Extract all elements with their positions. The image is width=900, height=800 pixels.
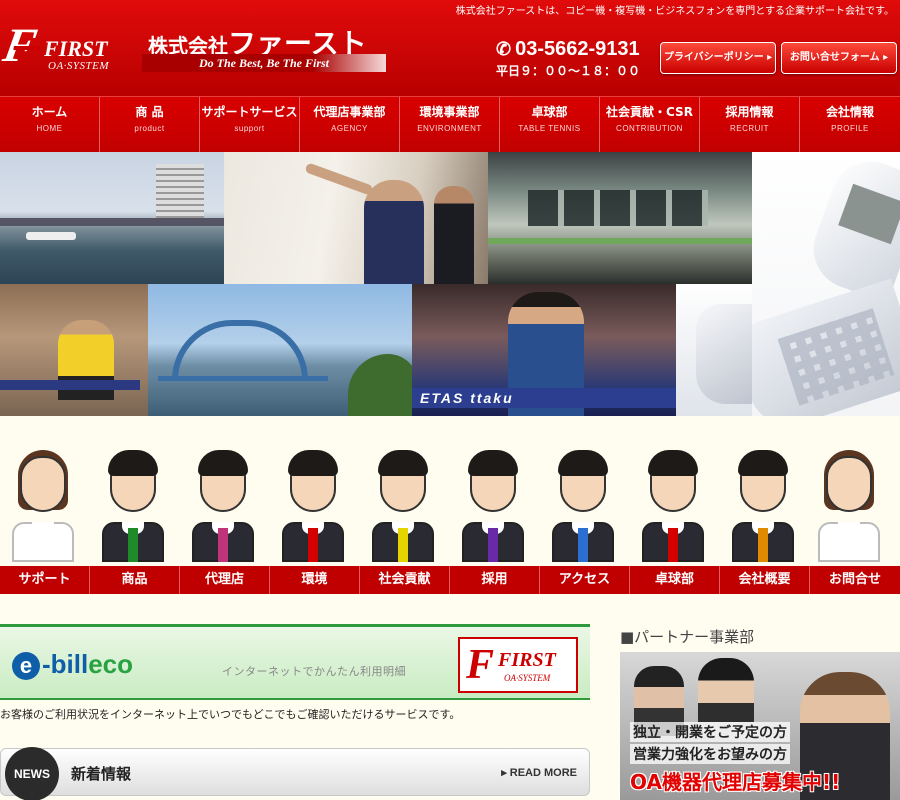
table-tennis-practice-photo <box>0 284 148 416</box>
nav-table-tennis[interactable]: 卓球部 TABLE TENNIS <box>500 97 600 152</box>
nav-sublabel: product <box>134 124 165 133</box>
nav-label: ホーム <box>31 105 68 119</box>
table-tennis-serve-photo <box>224 152 488 284</box>
phone-icon: ✆ <box>496 39 512 59</box>
nav-sublabel: PROFILE <box>831 124 869 133</box>
partner-line-independent: 独立・開業をご予定の方 <box>630 722 790 742</box>
staff-caricature[interactable] <box>818 446 880 566</box>
staff-nav-product[interactable]: 商品 <box>90 566 180 594</box>
ebill-e-icon: e <box>12 652 40 680</box>
ebill-description: お客様のご利用状況をインターネット上でいつでもどこでもご確認いただけるサービスで… <box>0 708 461 721</box>
staff-nav-agency[interactable]: 代理店 <box>180 566 270 594</box>
nav-sublabel: support <box>234 124 265 133</box>
ebill-first-logo: F FIRST OA·SYSTEM <box>458 637 578 693</box>
first-mark-icon: F <box>466 642 495 688</box>
news-title: 新着情報 <box>71 765 132 783</box>
river-city-photo <box>0 152 224 284</box>
nav-label: 商 品 <box>135 105 164 119</box>
logo-mark-icon: F <box>0 19 51 72</box>
nav-profile[interactable]: 会社情報 PROFILE <box>800 97 900 152</box>
ebill-logo-bill: -bill <box>42 649 89 679</box>
staff-caricature[interactable] <box>102 446 164 566</box>
site-header: 株式会社ファーストは、コピー機・複写機・ビジネスフォンを専門とする企業サポート会… <box>0 0 900 96</box>
staff-caricature[interactable] <box>192 446 254 566</box>
staff-nav-contribution[interactable]: 社会貢献 <box>360 566 450 594</box>
nav-sublabel: AGENCY <box>331 124 368 133</box>
staff-caricature[interactable] <box>282 446 344 566</box>
partner-recruit-banner[interactable]: 独立・開業をご予定の方 営業力強化をお望みの方 OA機器代理店募集中!! <box>620 652 900 800</box>
logo-oa-text: OA·SYSTEM <box>48 60 110 72</box>
arena-ad-board: ETAS ttaku <box>412 388 676 408</box>
nav-sublabel: RECRUIT <box>729 124 770 133</box>
nav-sublabel: TABLE TENNIS <box>518 124 581 133</box>
nav-contribution[interactable]: 社会貢献・CSR CONTRIBUTION <box>600 97 700 152</box>
phone-number[interactable]: ✆ 03-5662-9131 <box>496 38 640 61</box>
main-nav: ホーム HOME 商 品 product サポートサービス support 代理店事業… <box>0 96 900 152</box>
staff-nav-support[interactable]: サポート <box>0 566 90 594</box>
partner-line-sales: 営業力強化をお望みの方 <box>630 744 790 764</box>
nav-home[interactable]: ホーム HOME <box>0 97 100 152</box>
news-header-bar: NEWS 新着情報 ▸ READ MORE <box>0 747 590 800</box>
nav-environment[interactable]: 環境事業部 ENVIRONMENT <box>400 97 500 152</box>
nav-sublabel: CONTRIBUTION <box>616 124 683 133</box>
staff-nav-contact[interactable]: お問合せ <box>810 566 900 594</box>
table-tennis-match-photo: ETAS ttaku <box>412 284 676 416</box>
privacy-policy-button[interactable]: プライバシーポリシー ▸ <box>660 42 776 74</box>
nav-label: 社会貢献・CSR <box>606 105 693 119</box>
nav-agency[interactable]: 代理店事業部 AGENCY <box>300 97 400 152</box>
header-tagline: 株式会社ファーストは、コピー機・複写機・ビジネスフォンを専門とする企業サポート会… <box>455 6 894 17</box>
staff-caricature-row <box>0 446 900 570</box>
partner-cta-text: OA機器代理店募集中!! <box>630 770 841 794</box>
nav-label: 環境事業部 <box>419 105 480 119</box>
slogan-banner: Do The Best, Be The First <box>142 54 386 72</box>
staff-nav-recruit[interactable]: 採用 <box>450 566 540 594</box>
nav-support[interactable]: サポートサービス support <box>200 97 300 152</box>
staff-caricature[interactable] <box>552 446 614 566</box>
nav-label: 会社情報 <box>825 105 874 119</box>
first-sub-text: OA·SYSTEM <box>504 673 551 683</box>
nav-product[interactable]: 商 品 product <box>100 97 200 152</box>
news-badge: NEWS <box>5 747 59 800</box>
nav-sublabel: ENVIRONMENT <box>417 124 482 133</box>
ebill-banner[interactable]: e -billeco インターネットでかんたん利用明細 F FIRST OA·SY… <box>0 624 590 700</box>
ebill-logo: e -billeco <box>12 649 133 680</box>
read-more-link[interactable]: ▸ READ MORE <box>501 766 577 779</box>
staff-caricature[interactable] <box>12 446 74 566</box>
ebill-caption: インターネットでかんたん利用明細 <box>222 665 406 678</box>
partner-heading: ■パートナー事業部 <box>620 628 755 646</box>
logo-first-text: FIRST <box>44 36 108 61</box>
phone-number-text: 03-5662-9131 <box>515 38 640 60</box>
train-photo <box>488 152 752 284</box>
staff-caricature[interactable] <box>642 446 704 566</box>
nav-recruit[interactable]: 採用情報 RECRUIT <box>700 97 800 152</box>
contact-form-button[interactable]: お問い合せフォーム ▸ <box>781 42 897 74</box>
business-hours: 平日９：００～１８：００ <box>496 64 641 78</box>
nav-label: 代理店事業部 <box>313 105 386 119</box>
hero-photo-collage: ETAS ttaku <box>0 152 900 416</box>
staff-nav-table-tennis[interactable]: 卓球部 <box>630 566 720 594</box>
first-name-text: FIRST <box>498 649 556 671</box>
phone-closeup-photo <box>676 284 752 416</box>
staff-nav-bar: サポート 商品 代理店 環境 社会貢献 採用 アクセス 卓球部 会社概要 お問合… <box>0 566 900 594</box>
ebill-logo-eco: eco <box>88 649 134 679</box>
nav-label: サポートサービス <box>201 105 298 119</box>
bridge-photo <box>148 284 412 416</box>
staff-nav-access[interactable]: アクセス <box>540 566 630 594</box>
staff-nav-company[interactable]: 会社概要 <box>720 566 810 594</box>
nav-sublabel: HOME <box>36 124 63 133</box>
staff-nav-environment[interactable]: 環境 <box>270 566 360 594</box>
staff-caricature[interactable] <box>732 446 794 566</box>
nav-label: 採用情報 <box>725 105 774 119</box>
business-phone-photo <box>752 152 900 416</box>
nav-label: 卓球部 <box>531 105 568 119</box>
staff-caricature[interactable] <box>462 446 524 566</box>
first-logo[interactable]: F FIRST OA·SYSTEM <box>0 19 122 76</box>
staff-caricature[interactable] <box>372 446 434 566</box>
